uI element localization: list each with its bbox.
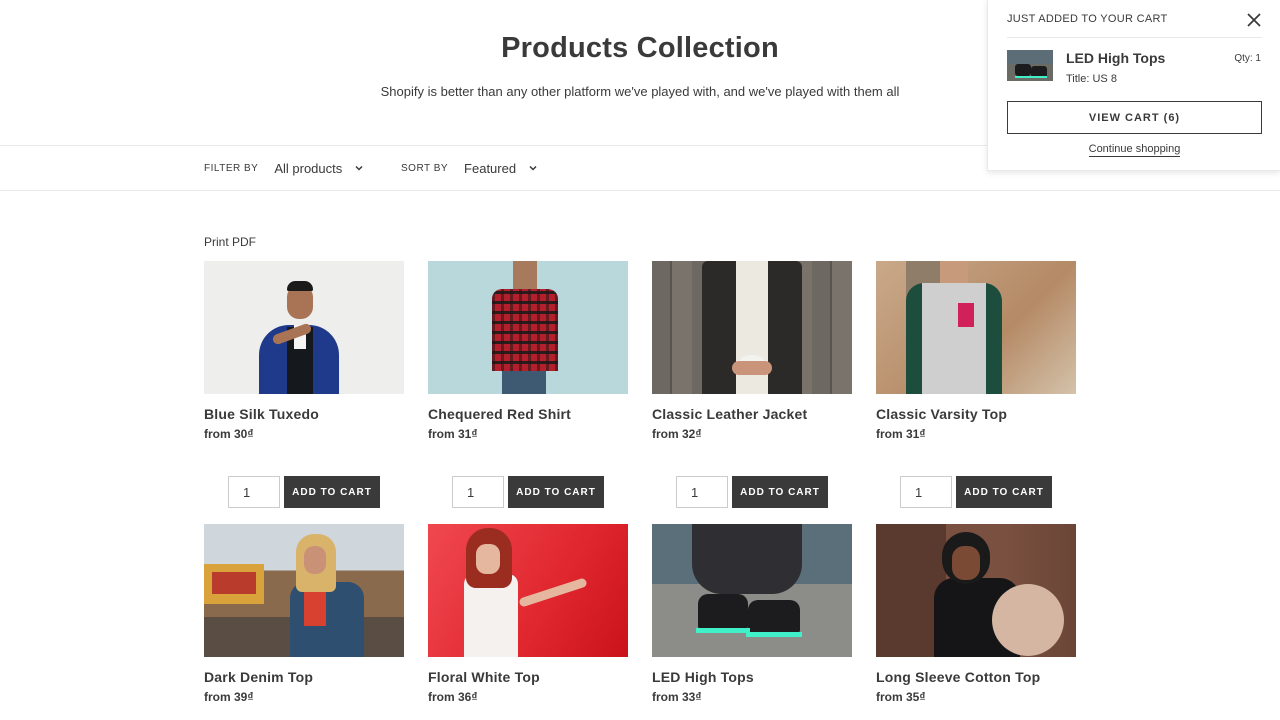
product-card: LED High Tops from 33₫ — [652, 524, 852, 704]
add-to-cart-button[interactable]: ADD TO CART — [732, 476, 828, 508]
chevron-down-icon — [529, 165, 537, 171]
tuxedo-photo[interactable] — [204, 261, 404, 394]
product-card: Classic Leather Jacket from 32₫ ADD TO C… — [652, 261, 852, 508]
product-actions: ADD TO CART — [900, 476, 1052, 508]
cart-product-thumbnail — [1007, 50, 1053, 81]
filter-group: FILTER BY All products — [204, 146, 364, 190]
product-price: from 39₫ — [204, 690, 254, 704]
close-icon[interactable] — [1245, 11, 1263, 29]
cart-product-qty: Qty: 1 — [1234, 53, 1261, 64]
cart-product-name: LED High Tops — [1066, 50, 1166, 66]
cart-divider — [1007, 37, 1262, 38]
filter-select-value: All products — [274, 160, 343, 176]
add-to-cart-button[interactable]: ADD TO CART — [956, 476, 1052, 508]
product-price: from 31₫ — [876, 427, 926, 441]
quantity-input[interactable] — [452, 476, 504, 508]
product-price: from 32₫ — [652, 427, 702, 441]
product-title[interactable]: LED High Tops — [652, 669, 852, 685]
sort-group: SORT BY Featured — [401, 146, 538, 190]
product-price: from 36₫ — [428, 690, 478, 704]
product-card: Long Sleeve Cotton Top from 35₫ — [876, 524, 1076, 704]
quantity-input[interactable] — [676, 476, 728, 508]
product-title[interactable]: Long Sleeve Cotton Top — [876, 669, 1076, 685]
add-to-cart-button[interactable]: ADD TO CART — [284, 476, 380, 508]
high-tops-photo[interactable] — [652, 524, 852, 657]
collection-page: Products Collection Shopify is better th… — [0, 0, 1280, 720]
filter-label: FILTER BY — [204, 162, 259, 174]
quantity-input[interactable] — [228, 476, 280, 508]
continue-shopping-link[interactable]: Continue shopping — [1088, 143, 1181, 157]
cotton-top-photo[interactable] — [876, 524, 1076, 657]
product-title[interactable]: Classic Varsity Top — [876, 406, 1076, 422]
product-actions: ADD TO CART — [228, 476, 380, 508]
continue-shopping-wrapper: Continue shopping — [988, 143, 1280, 157]
product-title[interactable]: Classic Leather Jacket — [652, 406, 852, 422]
product-price: from 35₫ — [876, 690, 926, 704]
add-to-cart-button[interactable]: ADD TO CART — [508, 476, 604, 508]
product-title[interactable]: Blue Silk Tuxedo — [204, 406, 404, 422]
product-card: Blue Silk Tuxedo from 30₫ ADD TO CART — [204, 261, 404, 508]
sort-select[interactable]: Featured — [464, 161, 538, 176]
filter-select[interactable]: All products — [274, 161, 364, 176]
denim-top-photo[interactable] — [204, 524, 404, 657]
sort-label: SORT BY — [401, 162, 449, 174]
product-price: from 33₫ — [652, 690, 702, 704]
product-actions: ADD TO CART — [676, 476, 828, 508]
leather-jacket-photo[interactable] — [652, 261, 852, 394]
varsity-top-photo[interactable] — [876, 261, 1076, 394]
white-top-photo[interactable] — [428, 524, 628, 657]
cart-product-variant: Title: US 8 — [1066, 73, 1117, 85]
print-pdf-link[interactable]: Print PDF — [204, 235, 256, 249]
chevron-down-icon — [355, 165, 363, 171]
sort-select-value: Featured — [464, 160, 517, 176]
view-cart-button[interactable]: VIEW CART (6) — [1007, 101, 1262, 134]
product-title[interactable]: Floral White Top — [428, 669, 628, 685]
quantity-input[interactable] — [900, 476, 952, 508]
cart-popup: JUST ADDED TO YOUR CART LED High Tops Ti… — [987, 0, 1280, 171]
product-card: Dark Denim Top from 39₫ — [204, 524, 404, 704]
product-card: Floral White Top from 36₫ — [428, 524, 628, 704]
red-shirt-photo[interactable] — [428, 261, 628, 394]
cart-popup-heading: JUST ADDED TO YOUR CART — [1007, 13, 1168, 25]
product-title[interactable]: Chequered Red Shirt — [428, 406, 628, 422]
product-price: from 30₫ — [204, 427, 254, 441]
product-price: from 31₫ — [428, 427, 478, 441]
product-actions: ADD TO CART — [452, 476, 604, 508]
product-title[interactable]: Dark Denim Top — [204, 669, 404, 685]
product-card: Chequered Red Shirt from 31₫ ADD TO CART — [428, 261, 628, 508]
product-card: Classic Varsity Top from 31₫ ADD TO CART — [876, 261, 1076, 508]
